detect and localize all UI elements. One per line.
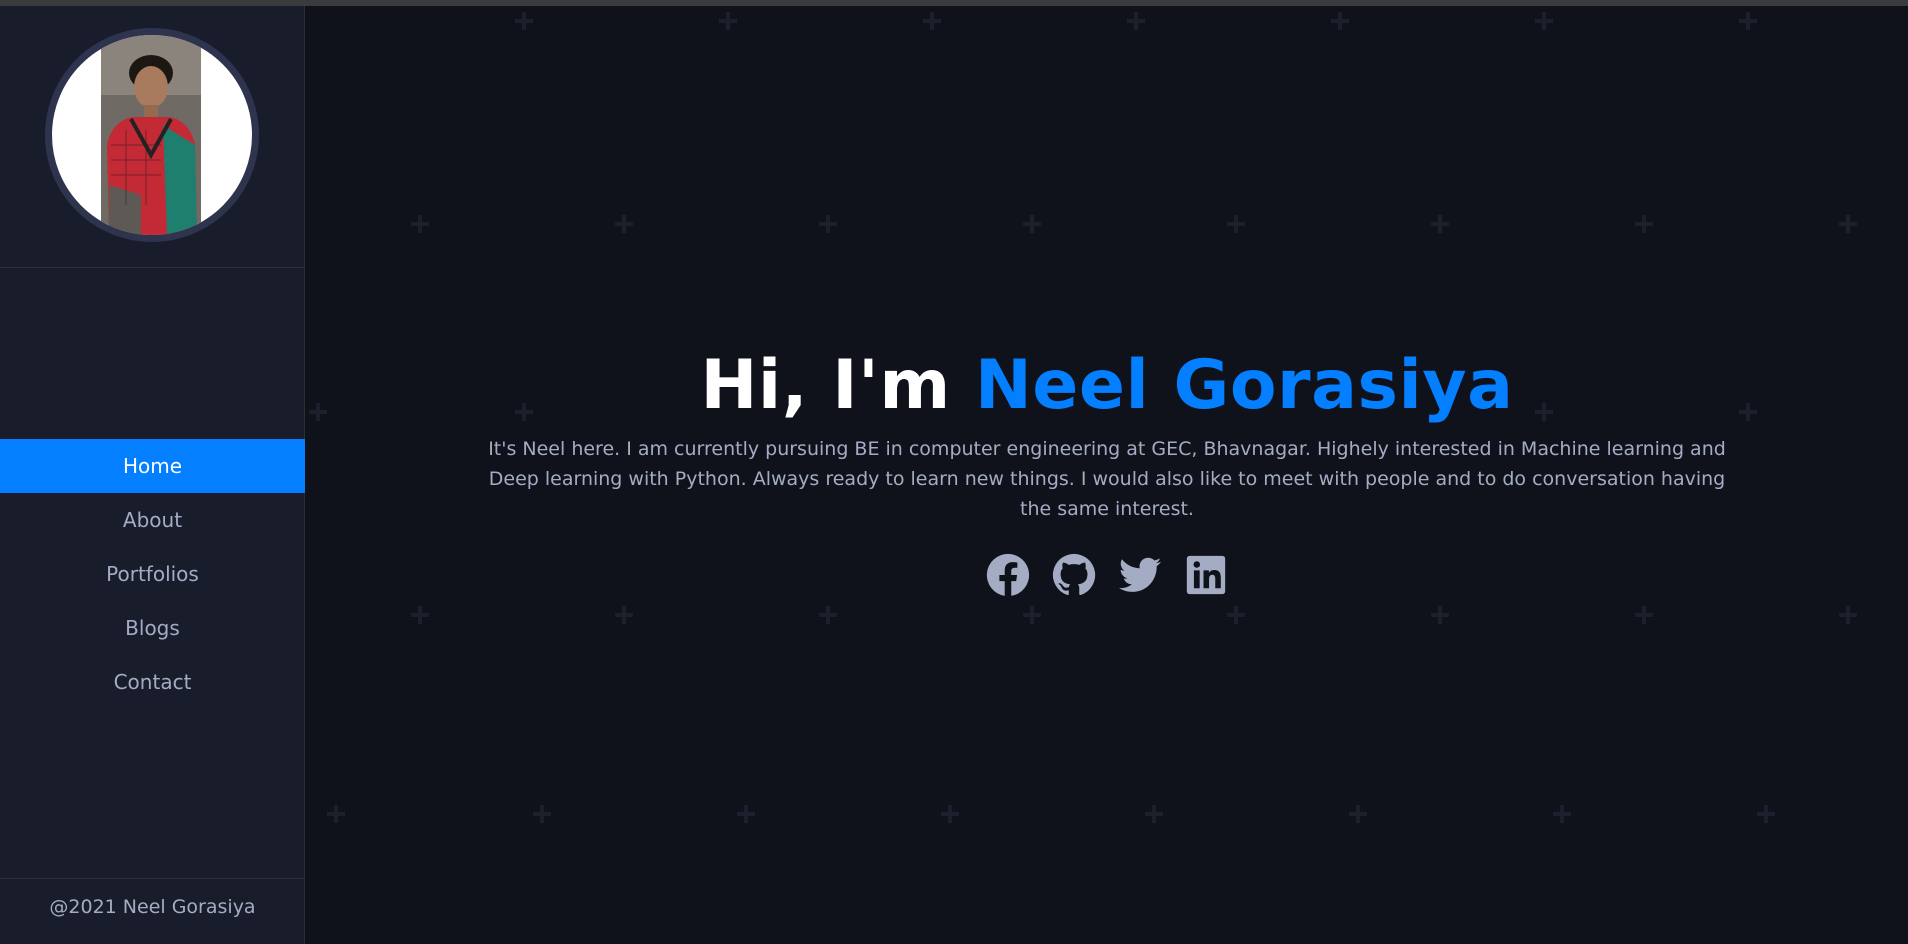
linkedin-icon xyxy=(1186,555,1226,595)
twitter-link[interactable] xyxy=(1117,552,1163,598)
facebook-link[interactable] xyxy=(985,552,1031,598)
sidebar-divider xyxy=(0,267,305,268)
nav-item-contact[interactable]: Contact xyxy=(0,655,305,709)
hero-name: Neel Gorasiya xyxy=(974,346,1514,425)
sidebar-footer-divider xyxy=(0,878,305,879)
nav-item-about[interactable]: About xyxy=(0,493,305,547)
facebook-icon xyxy=(986,553,1030,596)
avatar xyxy=(45,28,259,242)
hero-bio: It's Neel here. I am currently pursuing … xyxy=(488,438,1726,520)
main-nav: Home About Portfolios Blogs Contact xyxy=(0,439,305,709)
twitter-icon xyxy=(1118,557,1162,592)
github-link[interactable] xyxy=(1051,552,1097,598)
window-top-border xyxy=(0,0,1908,6)
profile-photo xyxy=(101,35,201,235)
nav-item-home[interactable]: Home xyxy=(0,439,305,493)
copyright-text: @2021 Neel Gorasiya xyxy=(49,896,256,918)
main-content: Hi, I'm Neel Gorasiya It's Neel here. I … xyxy=(306,6,1908,944)
nav-item-portfolios[interactable]: Portfolios xyxy=(0,547,305,601)
nav-item-blogs[interactable]: Blogs xyxy=(0,601,305,655)
hero-greeting: Hi, I'm xyxy=(700,346,975,425)
hero-section: Hi, I'm Neel Gorasiya It's Neel here. I … xyxy=(306,338,1908,598)
social-links xyxy=(306,552,1908,598)
github-icon xyxy=(1052,553,1096,596)
linkedin-link[interactable] xyxy=(1183,552,1229,598)
hero-heading: Hi, I'm Neel Gorasiya xyxy=(306,338,1908,434)
sidebar: Home About Portfolios Blogs Contact @202… xyxy=(0,6,305,944)
